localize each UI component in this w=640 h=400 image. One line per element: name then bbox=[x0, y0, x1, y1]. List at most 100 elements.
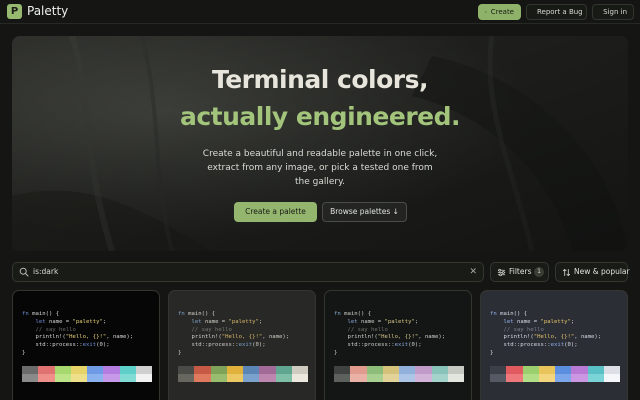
color-swatch bbox=[506, 366, 523, 374]
color-swatch bbox=[119, 374, 136, 382]
brand-name[interactable]: Paletty bbox=[27, 4, 68, 19]
color-swatch bbox=[431, 374, 448, 382]
color-swatch bbox=[350, 374, 367, 382]
color-swatch bbox=[538, 374, 555, 382]
color-swatch bbox=[350, 366, 367, 374]
color-swatch bbox=[243, 374, 260, 382]
hero-subtitle: Create a beautiful and readable palette … bbox=[202, 149, 438, 187]
color-swatch bbox=[366, 374, 383, 382]
color-swatch bbox=[571, 374, 588, 382]
create-button-label: Create bbox=[490, 8, 514, 16]
color-swatch bbox=[571, 366, 588, 374]
color-swatch bbox=[587, 366, 604, 374]
palette-card[interactable]: fn main() { let name = "paletty"; // say… bbox=[480, 290, 628, 400]
color-swatch bbox=[87, 366, 104, 374]
color-swatch bbox=[243, 366, 260, 374]
hero-banner: Terminal colors, actually engineered. Cr… bbox=[12, 36, 628, 251]
color-swatch-row bbox=[178, 374, 308, 382]
color-swatch bbox=[447, 374, 464, 382]
color-swatch bbox=[399, 366, 416, 374]
clear-search-icon[interactable]: ✕ bbox=[469, 263, 477, 281]
color-swatch bbox=[103, 366, 120, 374]
color-swatch-row bbox=[178, 366, 308, 374]
search-input[interactable]: is:dark ✕ bbox=[12, 262, 484, 282]
report-bug-label: Report a Bug bbox=[537, 8, 583, 16]
sort-label: New & popular bbox=[574, 267, 630, 276]
color-swatch bbox=[538, 366, 555, 374]
color-swatch bbox=[382, 366, 399, 374]
browse-palettes-button[interactable]: Browse palettes ↓ bbox=[322, 202, 407, 222]
palette-card[interactable]: fn main() { let name = "paletty"; // say… bbox=[168, 290, 316, 400]
search-query: is:dark bbox=[33, 267, 59, 276]
report-bug-button[interactable]: Report a Bug bbox=[526, 4, 587, 20]
sort-dropdown[interactable]: New & popular bbox=[555, 262, 630, 282]
create-palette-button[interactable]: Create a palette bbox=[234, 202, 317, 222]
color-swatch-row bbox=[22, 374, 152, 382]
color-swatch bbox=[70, 374, 87, 382]
color-swatch bbox=[555, 374, 572, 382]
code-preview: fn main() { let name = "paletty"; // say… bbox=[490, 311, 602, 356]
color-swatch bbox=[54, 374, 71, 382]
color-swatch bbox=[603, 374, 620, 382]
code-preview: fn main() { let name = "paletty"; // say… bbox=[22, 311, 134, 356]
code-preview: fn main() { let name = "paletty"; // say… bbox=[178, 311, 290, 356]
color-swatch bbox=[431, 366, 448, 374]
color-swatch bbox=[210, 374, 227, 382]
color-swatch bbox=[522, 374, 539, 382]
color-swatch-row bbox=[334, 374, 464, 382]
color-swatch bbox=[103, 374, 120, 382]
sort-arrows-icon bbox=[562, 268, 571, 277]
color-swatch bbox=[70, 366, 87, 374]
color-swatch bbox=[522, 366, 539, 374]
palette-card[interactable]: fn main() { let name = "paletty"; // say… bbox=[12, 290, 160, 400]
filters-button[interactable]: Filters 1 bbox=[490, 262, 549, 282]
color-swatch bbox=[194, 366, 211, 374]
color-swatch bbox=[135, 366, 152, 374]
color-swatch bbox=[22, 374, 39, 382]
color-swatch bbox=[194, 374, 211, 382]
color-swatch bbox=[178, 366, 195, 374]
hero-title-line-1: Terminal colors, bbox=[211, 65, 429, 94]
filter-sliders-icon bbox=[497, 268, 506, 277]
sign-in-label: Sign in bbox=[603, 8, 627, 16]
color-swatch bbox=[119, 366, 136, 374]
color-swatch bbox=[226, 374, 243, 382]
color-swatch bbox=[259, 374, 276, 382]
color-swatch bbox=[226, 366, 243, 374]
palette-card[interactable]: fn main() { let name = "paletty"; // say… bbox=[324, 290, 472, 400]
color-swatch bbox=[490, 366, 507, 374]
color-swatch bbox=[399, 374, 416, 382]
color-swatch bbox=[415, 366, 432, 374]
color-swatch bbox=[334, 366, 351, 374]
color-swatch bbox=[210, 366, 227, 374]
color-swatch bbox=[366, 366, 383, 374]
color-swatch bbox=[291, 366, 308, 374]
search-icon bbox=[19, 267, 29, 277]
color-swatch bbox=[382, 374, 399, 382]
color-swatch bbox=[587, 374, 604, 382]
color-swatch bbox=[415, 374, 432, 382]
color-swatch bbox=[555, 366, 572, 374]
color-swatch bbox=[178, 374, 195, 382]
color-swatch bbox=[38, 374, 55, 382]
color-swatch bbox=[275, 374, 292, 382]
color-swatch bbox=[54, 366, 71, 374]
color-swatch-row bbox=[490, 374, 620, 382]
color-swatch bbox=[291, 374, 308, 382]
create-button[interactable]: Create bbox=[478, 4, 521, 20]
color-swatch-row bbox=[490, 366, 620, 374]
color-swatch bbox=[22, 366, 39, 374]
code-preview: fn main() { let name = "paletty"; // say… bbox=[334, 311, 446, 356]
filters-count-badge: 1 bbox=[534, 267, 544, 277]
color-swatch-row bbox=[22, 366, 152, 374]
top-navigation-bar: P Paletty Create Report a Bug Sign in bbox=[0, 0, 640, 24]
color-swatch bbox=[447, 366, 464, 374]
color-swatch bbox=[38, 366, 55, 374]
sign-in-button[interactable]: Sign in bbox=[592, 4, 634, 20]
hero-title-line-2: actually engineered. bbox=[179, 102, 461, 131]
paletty-logo-icon[interactable]: P bbox=[7, 4, 22, 19]
color-swatch bbox=[259, 366, 276, 374]
color-swatch bbox=[87, 374, 104, 382]
filters-label: Filters bbox=[509, 267, 532, 276]
plus-icon bbox=[485, 11, 487, 13]
